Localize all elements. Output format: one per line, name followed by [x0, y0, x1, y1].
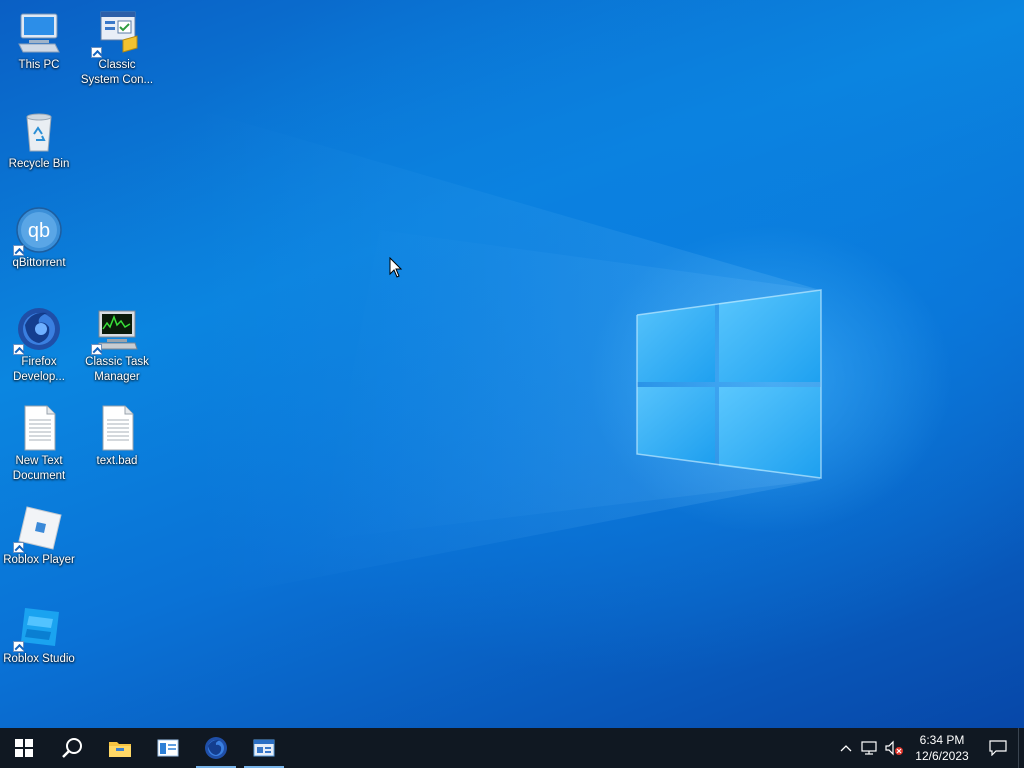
show-desktop-button[interactable] — [1018, 728, 1024, 768]
desktop-icon-qbittorrent[interactable]: qb qBittorrent — [0, 198, 78, 271]
desktop-icon-recycle-bin[interactable]: Recycle Bin — [0, 99, 78, 172]
desktop-icon-classic-task-manager[interactable]: Classic Task Manager — [78, 297, 156, 385]
desktop-icon-label: Firefox Develop... — [13, 356, 65, 383]
clock-time: 6:34 PM — [919, 733, 965, 747]
shortcut-arrow-icon — [91, 47, 102, 58]
chevron-up-icon — [840, 745, 852, 752]
window-app-icon — [157, 739, 179, 757]
desktop-icon-label: qBittorrent — [12, 257, 66, 269]
desktop-icon-label: text.bad — [96, 455, 138, 467]
firefox-developer-icon — [205, 737, 227, 759]
desktop-icon-label: Classic Task Manager — [85, 356, 149, 383]
desktop-icon-label: Roblox Player — [3, 554, 75, 566]
show-hidden-icons-button[interactable] — [834, 728, 858, 768]
qbittorrent-icon: qb — [13, 206, 63, 256]
desktop-icon-label: Roblox Studio — [3, 653, 75, 665]
mouse-cursor-icon — [389, 257, 403, 278]
desktop-icon-label: This PC — [18, 59, 60, 71]
shortcut-arrow-icon — [13, 344, 24, 355]
text-file-icon — [93, 404, 141, 452]
shortcut-arrow-icon — [13, 245, 24, 256]
network-button[interactable] — [858, 728, 882, 768]
task-manager-icon — [91, 305, 141, 355]
search-icon — [62, 738, 82, 758]
roblox-studio-icon — [13, 602, 63, 652]
file-explorer-icon — [109, 742, 131, 757]
desktop-wallpaper[interactable]: This PC Classic System Con... Recycle Bi… — [0, 0, 1024, 728]
control-panel-icon — [91, 8, 141, 58]
desktop-icon-roblox-studio[interactable]: Roblox Studio — [0, 594, 78, 667]
shortcut-arrow-icon — [91, 344, 102, 355]
roblox-player-icon — [13, 503, 63, 553]
desktop-icon-firefox-developer[interactable]: Firefox Develop... — [0, 297, 78, 385]
taskbar-file-explorer[interactable] — [96, 728, 144, 768]
start-button[interactable] — [0, 728, 48, 768]
taskbar-control-panel[interactable] — [240, 728, 288, 768]
desktop-icon-label: Classic System Con... — [80, 59, 154, 86]
taskbar: 6:34 PM 12/6/2023 — [0, 728, 1024, 768]
clock-date: 12/6/2023 — [915, 749, 969, 763]
computer-icon — [15, 8, 63, 56]
firefox-developer-icon — [13, 305, 63, 355]
desktop-icon-new-text-document[interactable]: New Text Document — [0, 396, 78, 484]
desktop-icon-roblox-player[interactable]: Roblox Player — [0, 495, 78, 568]
taskbar-firefox-developer[interactable] — [192, 728, 240, 768]
text-file-icon — [15, 404, 63, 452]
shortcut-arrow-icon — [13, 641, 24, 652]
taskbar-window-app[interactable] — [144, 728, 192, 768]
recycle-bin-icon — [15, 107, 63, 155]
desktop-icon-this-pc[interactable]: This PC — [0, 0, 78, 73]
notification-icon — [989, 740, 1007, 756]
control-panel-icon — [253, 739, 275, 757]
network-icon — [861, 741, 877, 755]
volume-button[interactable] — [882, 728, 906, 768]
desktop-icon-classic-system-control[interactable]: Classic System Con... — [78, 0, 156, 88]
desktop-icon-label: New Text Document — [12, 455, 66, 482]
shortcut-arrow-icon — [13, 542, 24, 553]
volume-muted-icon — [885, 740, 903, 756]
svg-text:qb: qb — [28, 220, 50, 242]
desktop-icon-text-bad[interactable]: text.bad — [78, 396, 156, 469]
action-center-button[interactable] — [978, 728, 1018, 768]
desktop-icon-label: Recycle Bin — [8, 158, 70, 170]
search-button[interactable] — [48, 728, 96, 768]
start-icon — [15, 739, 33, 757]
system-tray: 6:34 PM 12/6/2023 — [834, 728, 1024, 768]
taskbar-clock[interactable]: 6:34 PM 12/6/2023 — [906, 732, 978, 764]
